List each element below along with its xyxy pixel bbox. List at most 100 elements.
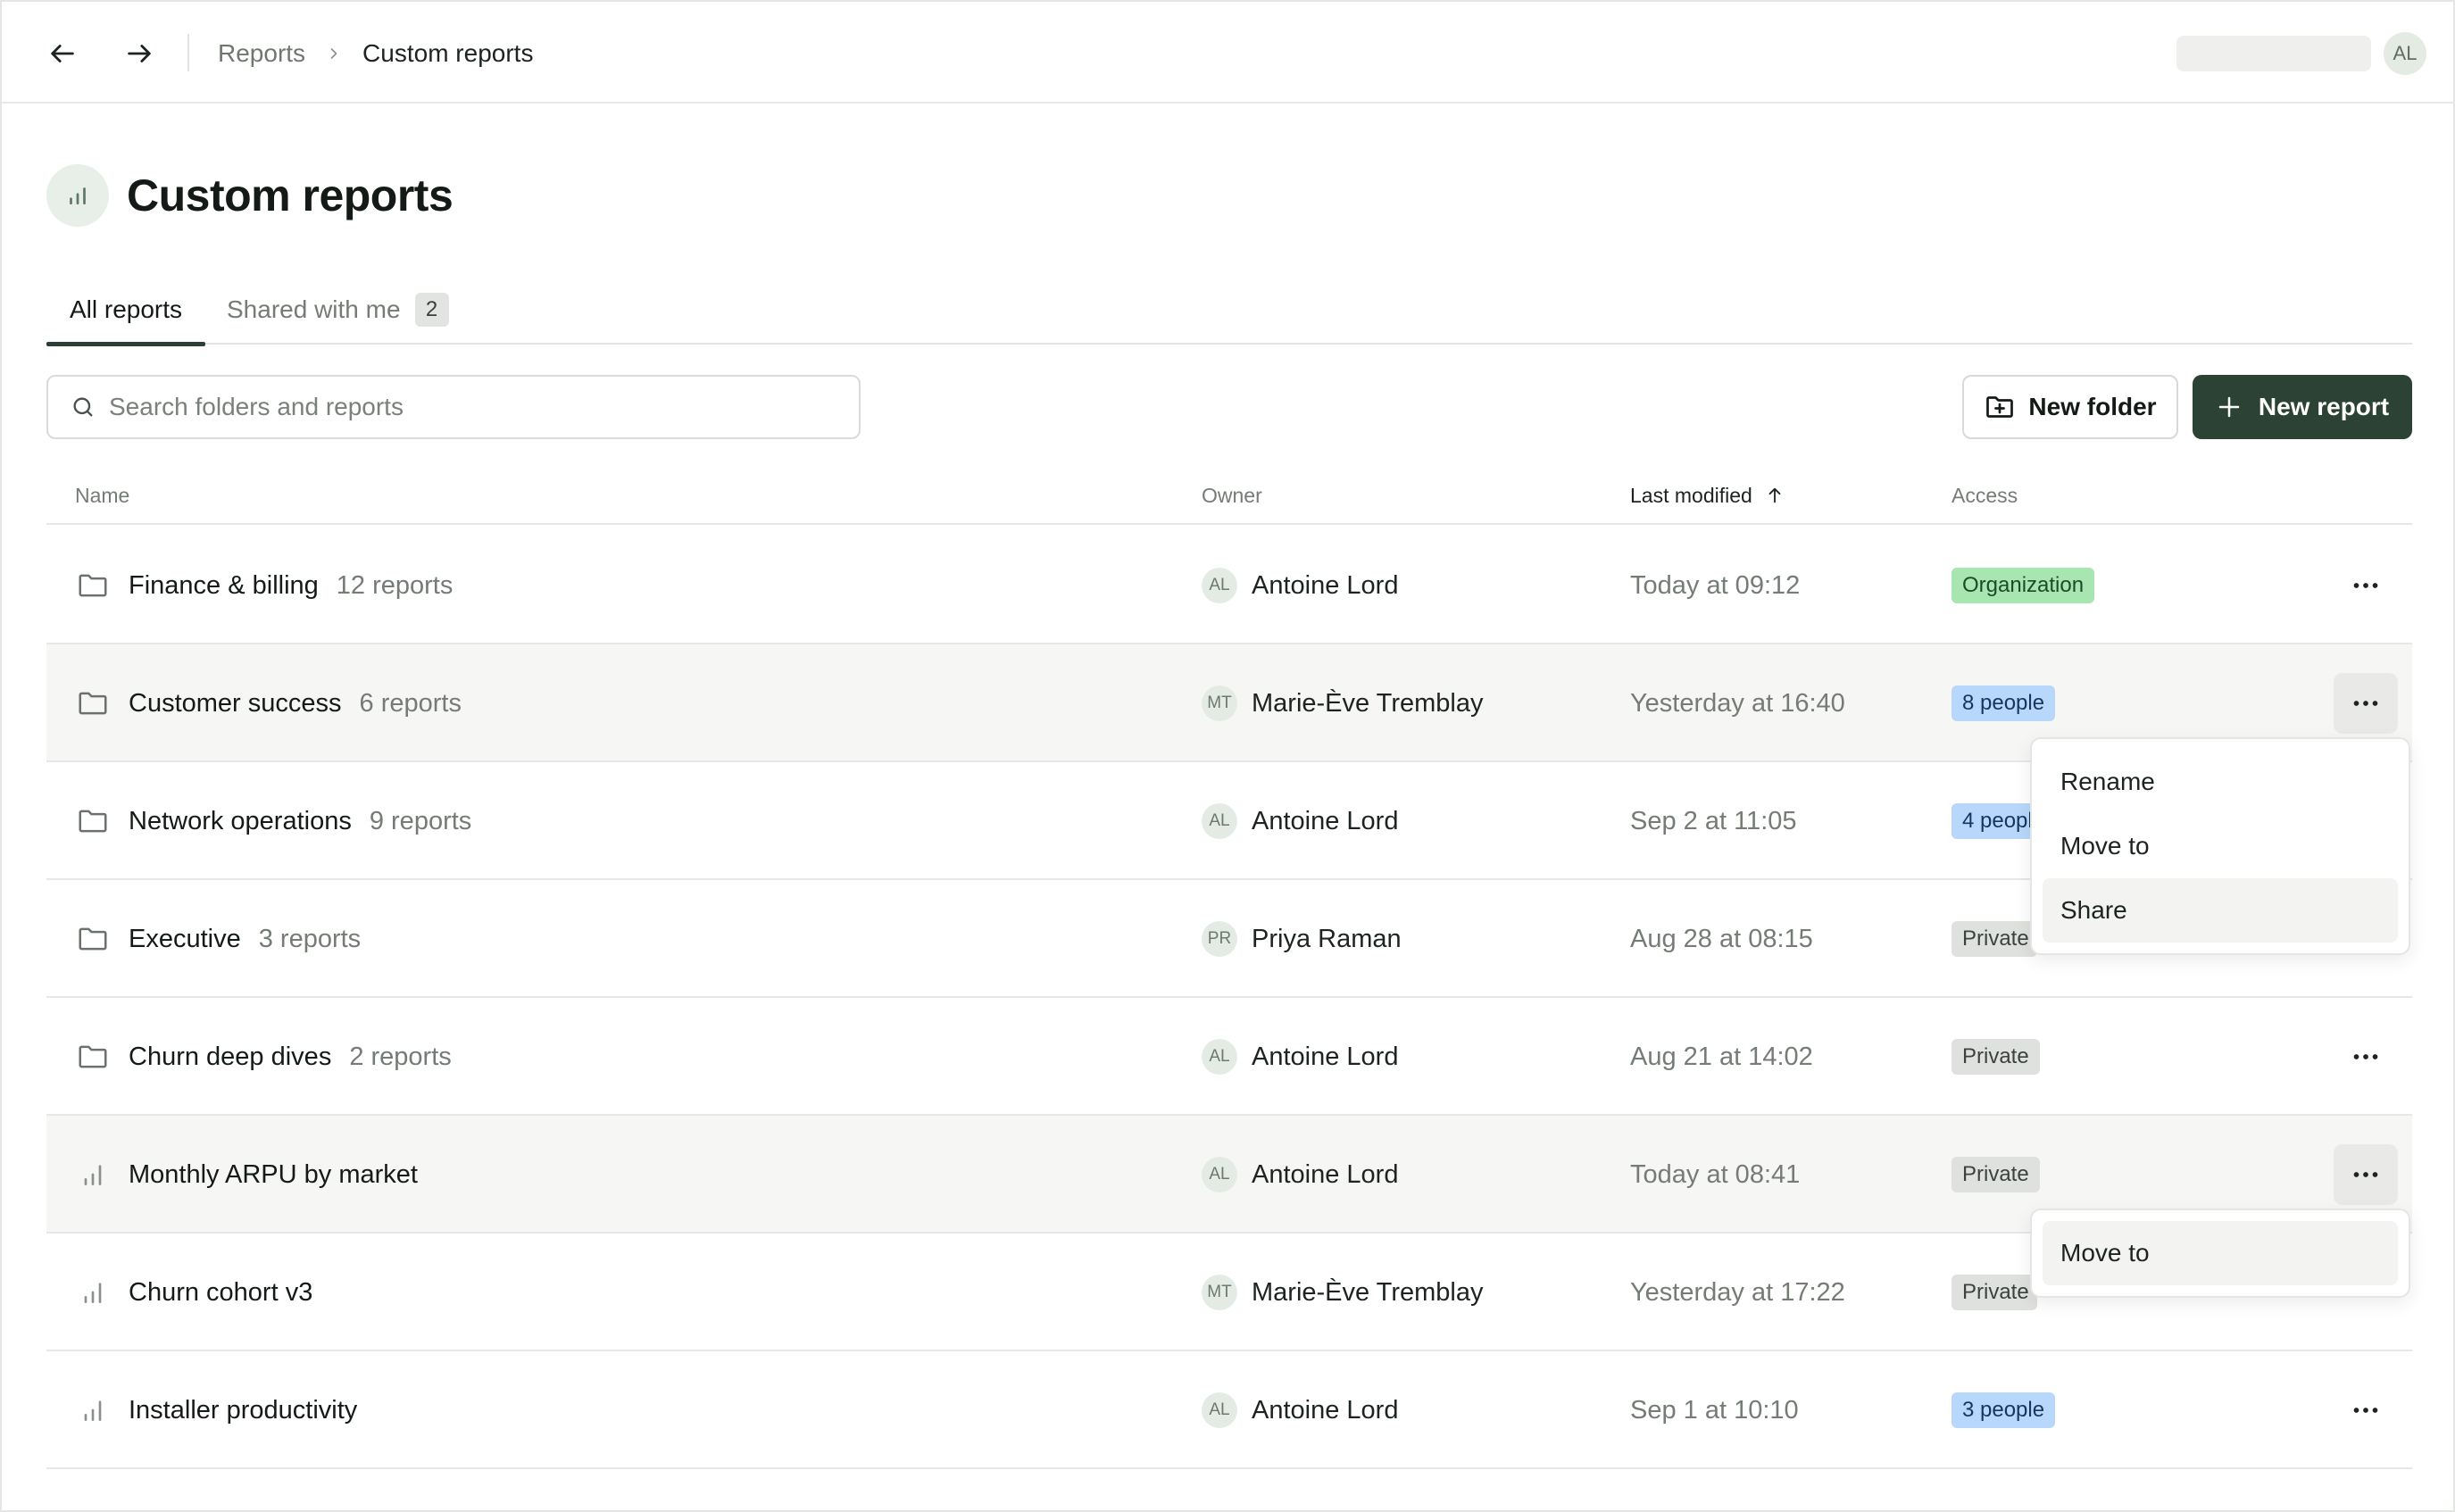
search-icon <box>68 392 98 422</box>
item-name: Customer success <box>129 688 342 718</box>
owner-avatar: AL <box>1202 803 1237 839</box>
new-report-button[interactable]: New report <box>2193 375 2412 439</box>
app-window: Reports Custom reports AL Custom reports… <box>0 0 2455 1512</box>
owner-name: Antoine Lord <box>1252 570 1399 600</box>
report-count: 12 reports <box>336 570 454 600</box>
chevron-right-icon <box>325 45 343 62</box>
item-name: Executive <box>129 924 241 953</box>
breadcrumb-reports-link[interactable]: Reports <box>218 39 305 68</box>
table-row[interactable]: Churn deep dives 2 reports AL Antoine Lord A… <box>46 998 2412 1116</box>
column-name[interactable]: Name <box>75 466 129 525</box>
report-count: 2 reports <box>349 1042 452 1071</box>
tab-shared-with-me[interactable]: Shared with me 2 <box>227 275 449 345</box>
menu-item-share[interactable]: Share <box>2043 878 2398 943</box>
tab-shared-label: Shared with me <box>227 295 401 323</box>
tab-bar: All reports Shared with me 2 <box>46 275 2412 346</box>
report-context-menu: Move to <box>2030 1209 2410 1298</box>
page-title: Custom reports <box>127 170 454 220</box>
folder-context-menu: Rename Move to Share <box>2030 737 2410 955</box>
item-name: Churn deep dives <box>129 1042 332 1071</box>
owner-avatar: MT <box>1202 685 1237 721</box>
user-avatar[interactable]: AL <box>2384 32 2426 75</box>
name-cell[interactable]: Finance & billing 12 reports <box>73 527 453 644</box>
row-actions-button[interactable] <box>2334 1380 2398 1441</box>
row-actions-button[interactable] <box>2334 673 2398 734</box>
search-input[interactable] <box>109 393 841 421</box>
more-horizontal-icon <box>2350 569 2382 602</box>
owner-name: Marie-Ève Tremblay <box>1252 1277 1484 1307</box>
table-row[interactable]: Installer productivity AL Antoine Lord Sep … <box>46 1351 2412 1469</box>
folder-plus-icon <box>1986 396 2014 418</box>
access-badge: Private <box>1952 921 2037 957</box>
top-bar: Reports Custom reports AL <box>2 2 2455 104</box>
owner-avatar: AL <box>1202 568 1237 603</box>
name-cell[interactable]: Churn deep dives 2 reports <box>73 998 452 1116</box>
forward-button[interactable] <box>118 34 161 73</box>
owner-cell: AL Antoine Lord <box>1202 527 1398 644</box>
bar-chart-icon <box>73 1273 112 1312</box>
owner-name: Antoine Lord <box>1252 1395 1399 1425</box>
last-modified-cell: Yesterday at 17:22 <box>1630 1277 1845 1307</box>
column-access[interactable]: Access <box>1952 466 2018 525</box>
last-modified-cell: Today at 09:12 <box>1630 570 1801 600</box>
name-cell[interactable]: Executive 3 reports <box>73 880 361 998</box>
owner-name: Marie-Ève Tremblay <box>1252 688 1484 718</box>
table-row[interactable]: Finance & billing 12 reports AL Antoine Lor… <box>46 527 2412 644</box>
name-cell[interactable]: Network operations 9 reports <box>73 762 471 880</box>
owner-cell: MT Marie-Ève Tremblay <box>1202 644 1483 762</box>
item-name: Installer productivity <box>129 1395 358 1425</box>
menu-item-move-to[interactable]: Move to <box>2043 1221 2398 1285</box>
loading-placeholder <box>2176 36 2371 71</box>
access-cell: Private <box>1952 998 2040 1116</box>
owner-name: Priya Raman <box>1252 924 1402 953</box>
name-cell[interactable]: Installer productivity <box>73 1351 357 1469</box>
new-folder-button[interactable]: New folder <box>1962 375 2178 439</box>
new-folder-label: New folder <box>2028 393 2157 420</box>
last-modified-cell: Sep 1 at 10:10 <box>1630 1395 1799 1425</box>
arrow-left-icon <box>51 45 74 62</box>
more-horizontal-icon <box>2350 1394 2382 1426</box>
back-button[interactable] <box>41 34 84 73</box>
menu-item-move-to[interactable]: Move to <box>2043 814 2398 878</box>
item-name: Finance & billing <box>129 570 319 600</box>
search-box[interactable] <box>46 375 861 439</box>
access-badge: Private <box>1952 1157 2040 1192</box>
row-actions-button[interactable] <box>2334 1144 2398 1205</box>
sort-ascending-icon <box>1768 487 1781 503</box>
access-cell: 3 people <box>1952 1351 2056 1469</box>
more-horizontal-icon <box>2350 687 2382 719</box>
folder-icon <box>73 919 112 959</box>
last-modified-cell: Aug 21 at 14:02 <box>1630 1042 1813 1071</box>
bar-chart-icon <box>73 1155 112 1194</box>
toolbar-divider <box>187 34 189 71</box>
menu-item-rename[interactable]: Rename <box>2043 750 2398 814</box>
owner-cell: PR Priya Raman <box>1202 880 1402 998</box>
folder-icon <box>73 1037 112 1076</box>
item-name: Monthly ARPU by market <box>129 1159 418 1189</box>
access-cell: Organization <box>1952 527 2095 644</box>
item-name: Network operations <box>129 806 352 835</box>
report-count: 6 reports <box>359 688 462 718</box>
bar-chart-icon <box>73 1391 112 1430</box>
access-badge: Organization <box>1952 568 2095 603</box>
owner-cell: AL Antoine Lord <box>1202 762 1398 880</box>
column-last-modified[interactable]: Last modified <box>1630 466 1785 525</box>
access-cell: Private <box>1952 1116 2040 1234</box>
owner-cell: AL Antoine Lord <box>1202 1116 1398 1234</box>
folder-icon <box>73 566 112 605</box>
owner-cell: AL Antoine Lord <box>1202 1351 1398 1469</box>
owner-avatar: AL <box>1202 1039 1237 1075</box>
name-cell[interactable]: Monthly ARPU by market <box>73 1116 418 1234</box>
row-actions-button[interactable] <box>2334 555 2398 616</box>
access-badge: 8 people <box>1952 685 2056 721</box>
access-cell: Private <box>1952 1234 2037 1351</box>
breadcrumb: Reports Custom reports <box>218 36 533 71</box>
owner-avatar: AL <box>1202 1392 1237 1428</box>
new-report-label: New report <box>2258 393 2390 420</box>
name-cell[interactable]: Customer success 6 reports <box>73 644 462 762</box>
column-owner[interactable]: Owner <box>1202 466 1262 525</box>
name-cell[interactable]: Churn cohort v3 <box>73 1234 312 1351</box>
row-actions-button[interactable] <box>2334 1026 2398 1087</box>
tab-all-reports[interactable]: All reports <box>46 275 205 346</box>
last-modified-cell: Today at 08:41 <box>1630 1159 1801 1189</box>
